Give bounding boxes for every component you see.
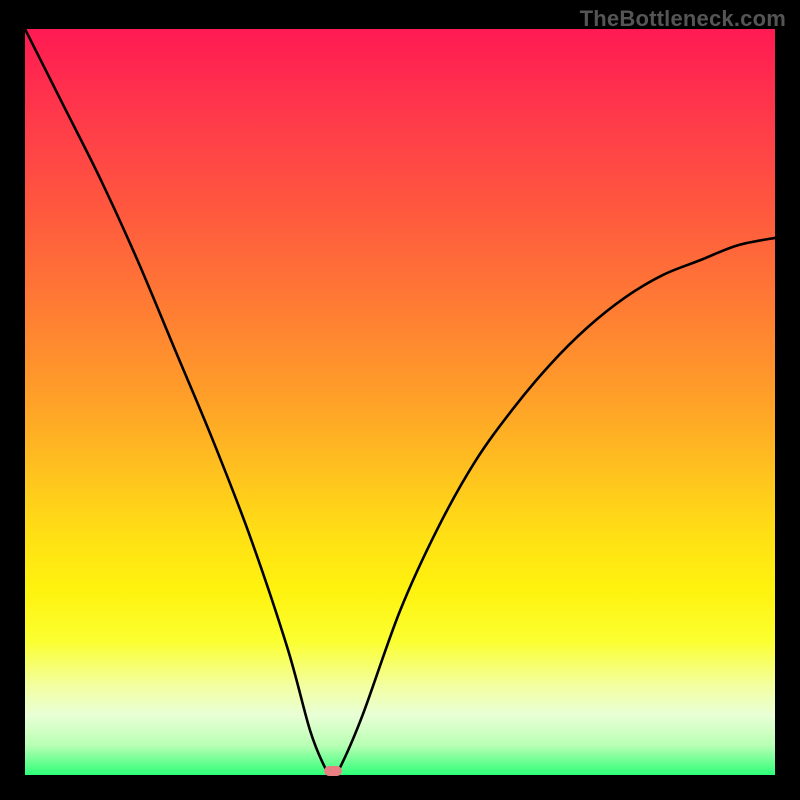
chart-frame: TheBottleneck.com <box>0 0 800 800</box>
min-marker <box>324 766 342 776</box>
plot-area <box>25 29 775 775</box>
bottleneck-curve <box>25 29 775 775</box>
